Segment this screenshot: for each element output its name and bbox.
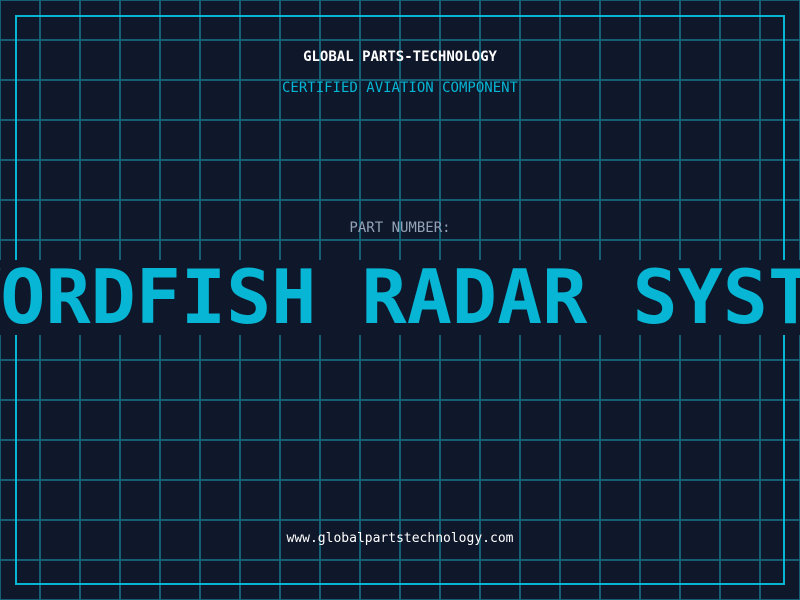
part-number-banner: SWORDFISH RADAR SYSTEM <box>0 260 800 335</box>
part-number-label: PART NUMBER: <box>349 220 451 236</box>
certification-subtitle: CERTIFIED AVIATION COMPONENT <box>281 80 518 96</box>
website-link[interactable]: www.globalpartstechnology.com <box>0 531 800 546</box>
part-number-value: SWORDFISH RADAR SYSTEM <box>0 260 800 335</box>
company-title: GLOBAL PARTS-TECHNOLOGY <box>303 49 497 65</box>
